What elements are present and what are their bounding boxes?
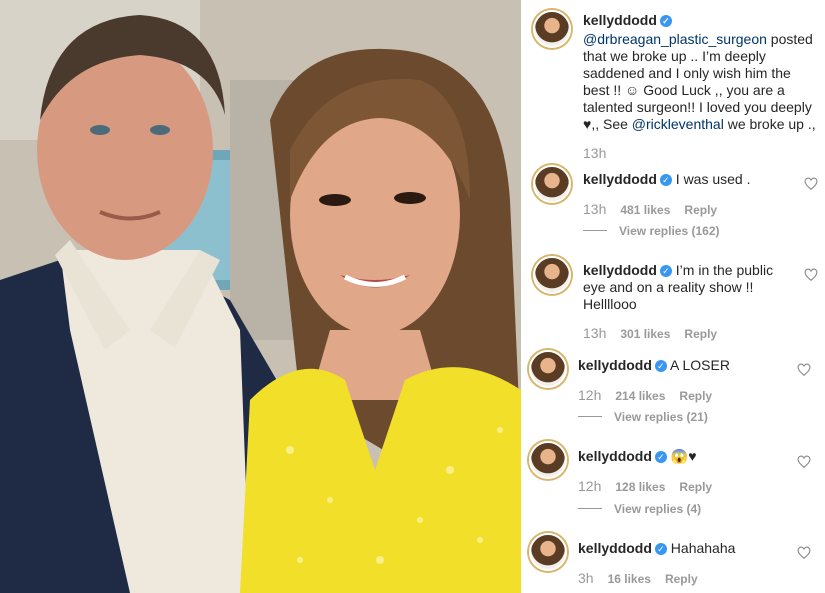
timestamp[interactable]: 13h	[583, 201, 606, 217]
timestamp[interactable]: 12h	[578, 478, 601, 494]
avatar[interactable]	[529, 441, 567, 479]
comment-meta: 3h 16 likes Reply	[578, 570, 698, 586]
reply-button[interactable]: Reply	[665, 572, 698, 586]
verified-badge-icon: ✓	[659, 174, 672, 186]
view-replies-button[interactable]: View replies (21)	[578, 410, 708, 424]
avatar[interactable]	[529, 350, 567, 388]
verified-badge-icon: ✓	[659, 15, 672, 27]
comment-text: kellyddodd ✓ I’m in the public eye and on…	[583, 262, 774, 312]
like-count[interactable]: 301 likes	[620, 327, 670, 341]
avatar[interactable]	[533, 165, 571, 203]
like-count[interactable]: 128 likes	[615, 480, 665, 494]
view-replies-button[interactable]: View replies (4)	[578, 502, 701, 516]
view-replies-button[interactable]: View replies (162)	[583, 224, 720, 238]
post-caption: @drbreagan_plastic_surgeon posted that w…	[583, 31, 816, 132]
comment-meta: 13h 481 likes Reply	[583, 201, 717, 217]
comment-meta: 12h 214 likes Reply	[578, 387, 712, 403]
comment-text: kellyddodd ✓ A LOSER	[578, 357, 730, 373]
post-author[interactable]: kellyddodd ✓	[583, 12, 672, 28]
reply-button[interactable]: Reply	[684, 327, 717, 341]
timestamp[interactable]: 12h	[578, 387, 601, 403]
verified-badge-icon: ✓	[654, 543, 667, 555]
comment-text: kellyddodd ✓ 😱♥	[578, 448, 697, 464]
verified-badge-icon: ✓	[654, 360, 667, 372]
divider	[583, 230, 607, 231]
heart-outline-icon[interactable]	[797, 363, 811, 377]
mention-link[interactable]: @rickleventhal	[632, 116, 724, 132]
username[interactable]: kellyddodd	[583, 171, 657, 187]
avatar[interactable]	[533, 10, 571, 48]
timestamp[interactable]: 13h	[583, 145, 606, 161]
reply-button[interactable]: Reply	[679, 480, 712, 494]
comment-meta: 12h 128 likes Reply	[578, 478, 712, 494]
post-photo[interactable]	[0, 0, 521, 593]
username[interactable]: kellyddodd	[578, 540, 652, 556]
photo-illustration	[0, 0, 521, 593]
verified-badge-icon: ✓	[654, 451, 667, 463]
heart-outline-icon[interactable]	[804, 177, 818, 191]
username[interactable]: kellyddodd	[578, 448, 652, 464]
avatar[interactable]	[529, 533, 567, 571]
username[interactable]: kellyddodd	[583, 262, 657, 278]
comments-panel: kellyddodd ✓ @drbreagan_plastic_surgeon p…	[521, 0, 825, 593]
avatar[interactable]	[533, 256, 571, 294]
divider	[578, 508, 602, 509]
heart-outline-icon[interactable]	[804, 268, 818, 282]
verified-badge-icon: ✓	[659, 265, 672, 277]
comment-meta: 13h 301 likes Reply	[583, 325, 717, 341]
username[interactable]: kellyddodd	[578, 357, 652, 373]
reply-button[interactable]: Reply	[679, 389, 712, 403]
like-count[interactable]: 481 likes	[620, 203, 670, 217]
timestamp[interactable]: 13h	[583, 325, 606, 341]
username[interactable]: kellyddodd	[583, 12, 657, 28]
like-count[interactable]: 16 likes	[608, 572, 651, 586]
like-count[interactable]: 214 likes	[615, 389, 665, 403]
comment-text: kellyddodd ✓ Hahahaha	[578, 540, 736, 556]
mention-link[interactable]: @drbreagan_plastic_surgeon	[583, 31, 767, 47]
comment-text: kellyddodd ✓ I was used .	[583, 171, 751, 187]
reply-button[interactable]: Reply	[684, 203, 717, 217]
heart-outline-icon[interactable]	[797, 455, 811, 469]
post-meta: 13h	[583, 145, 620, 161]
timestamp[interactable]: 3h	[578, 570, 594, 586]
divider	[578, 416, 602, 417]
heart-outline-icon[interactable]	[797, 546, 811, 560]
